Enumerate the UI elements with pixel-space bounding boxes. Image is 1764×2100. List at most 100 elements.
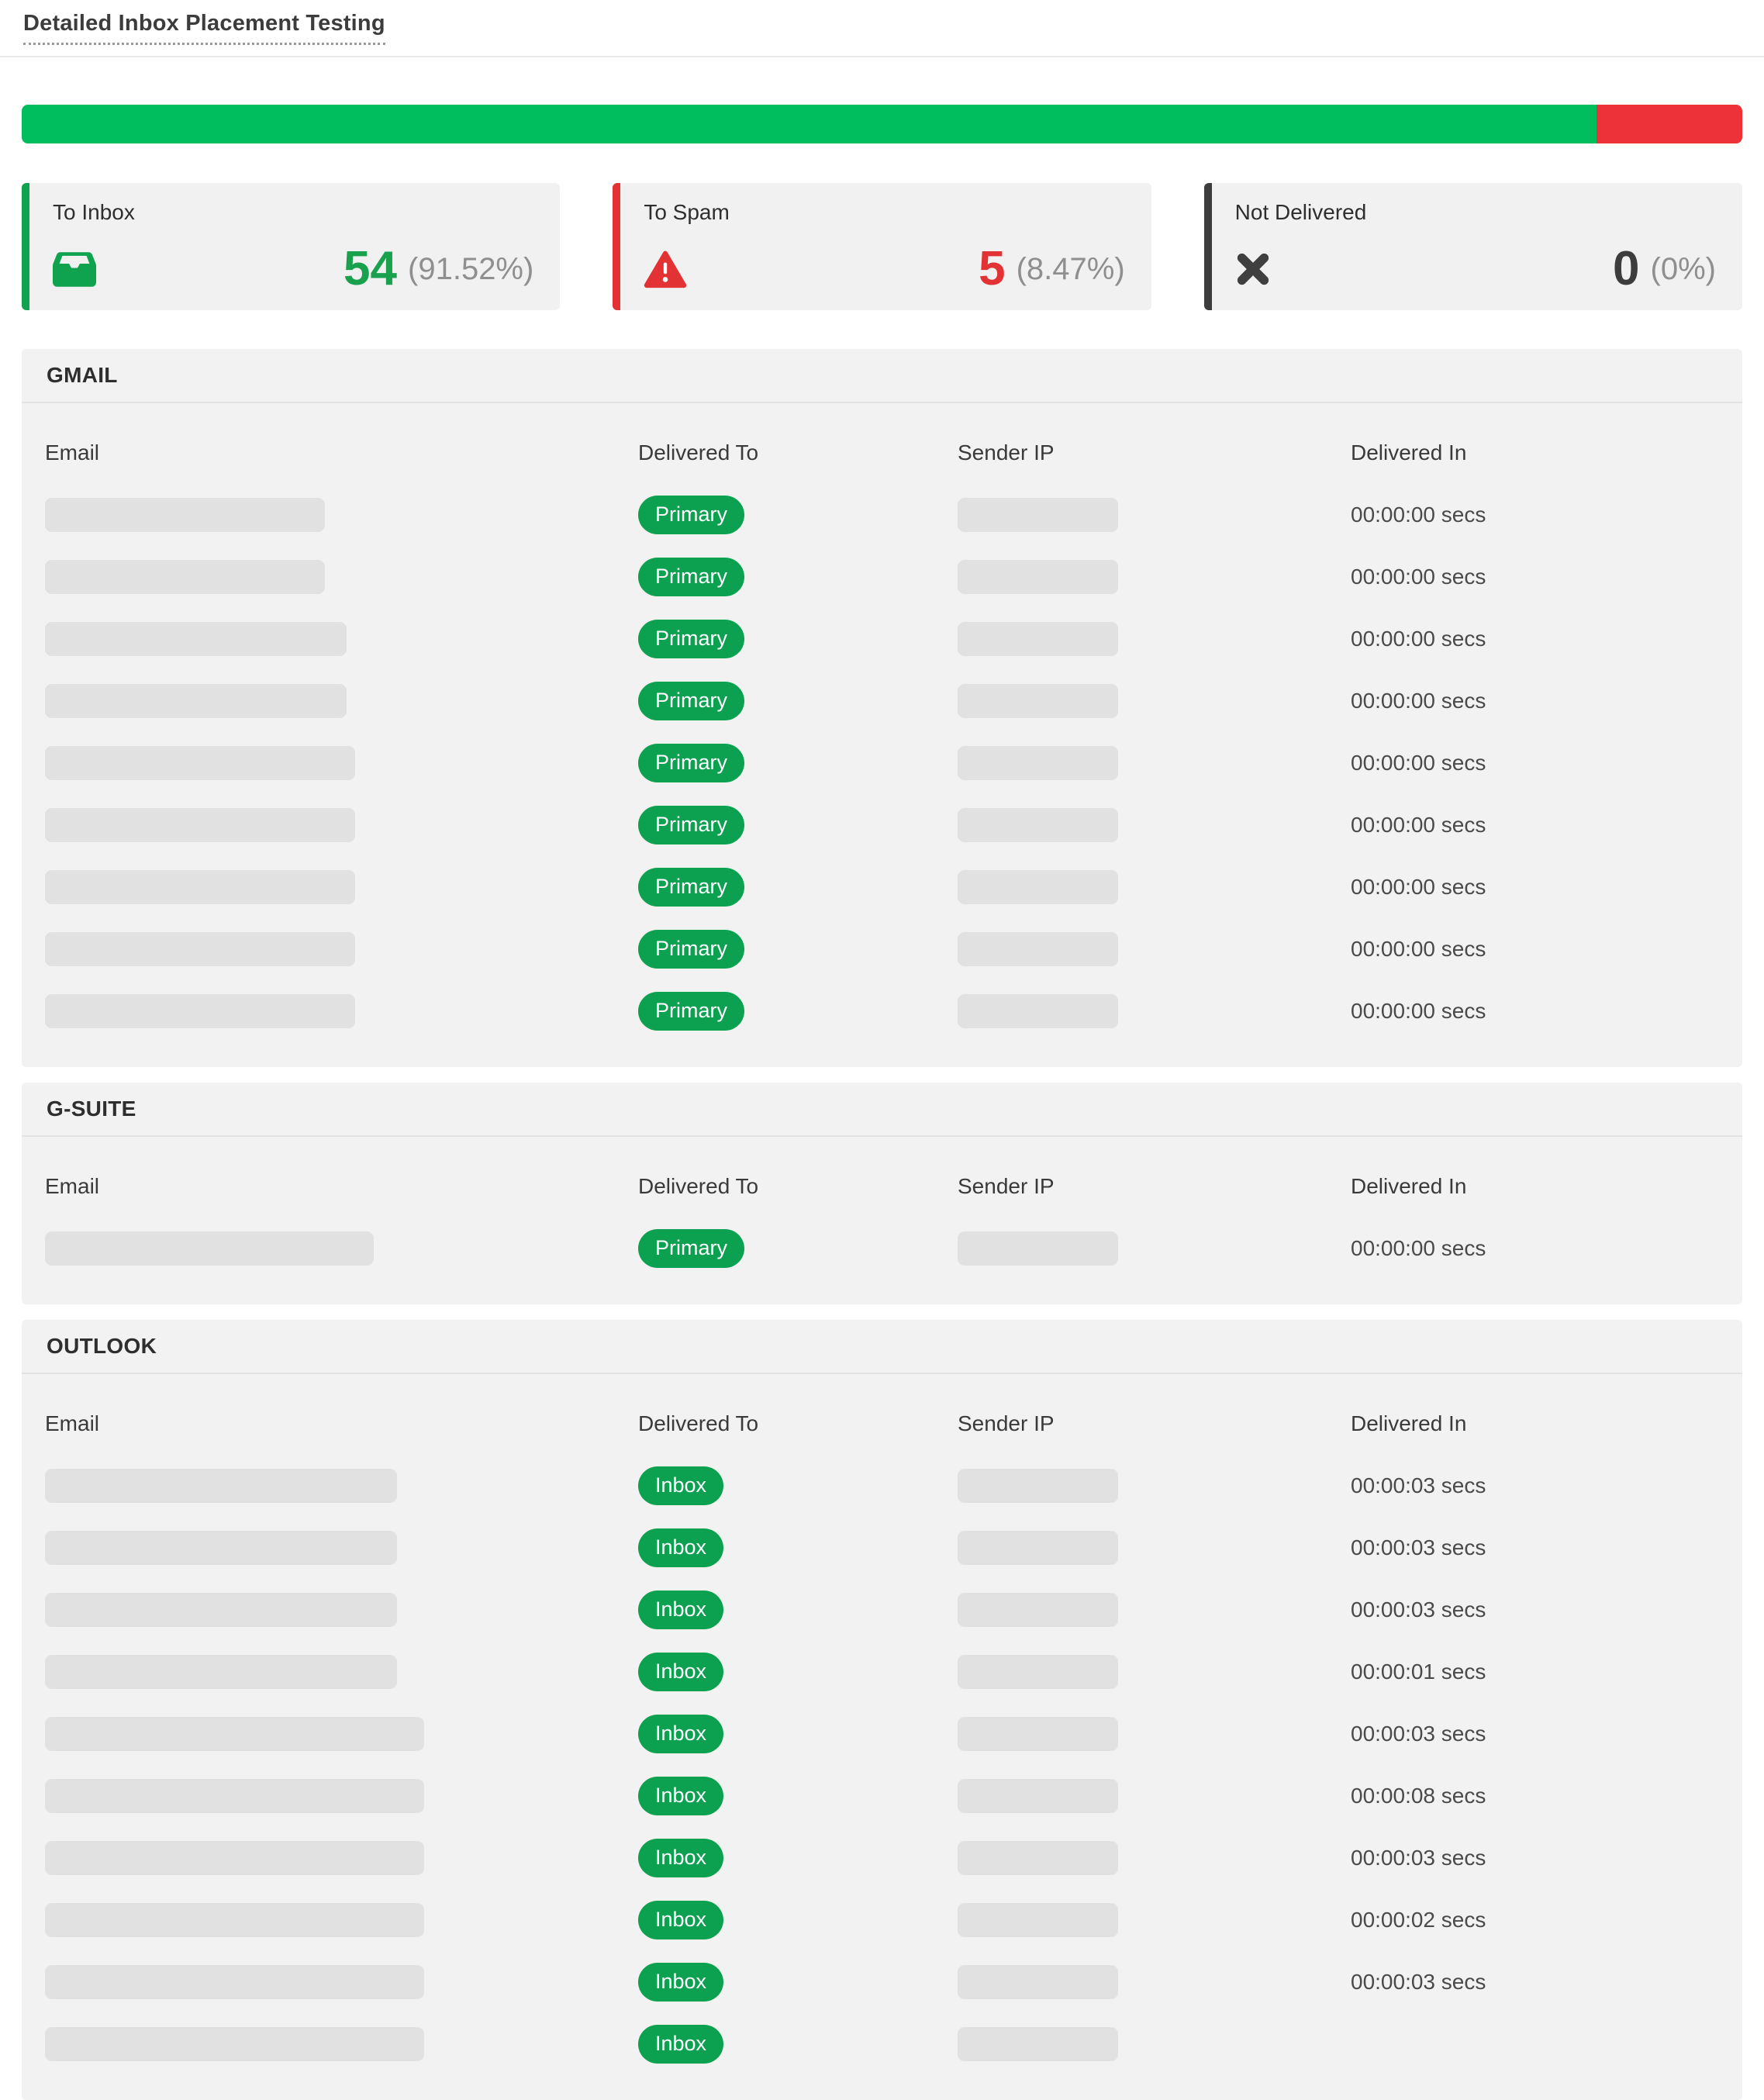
section-title: G-SUITE [22, 1083, 1742, 1137]
email-placeholder [45, 2027, 424, 2061]
delivered-in-time: 00:00:03 secs [1351, 1535, 1486, 1559]
column-header-sender-ip: Sender IP [958, 1411, 1351, 1436]
page-title: Detailed Inbox Placement Testing [23, 11, 385, 45]
table-row: Inbox 00:00:02 secs [45, 1889, 1719, 1951]
summary-card-to-spam: To Spam 5 (8.47%) [613, 183, 1151, 310]
card-label: To Spam [644, 200, 1124, 225]
email-placeholder [45, 1903, 424, 1937]
summary-cards: To Inbox 54 (91.52%) To Spam [22, 183, 1742, 310]
table-header-row: EmailDelivered ToSender IPDelivered In [45, 1383, 1719, 1444]
table-row: Inbox 00:00:03 secs [45, 1517, 1719, 1579]
x-mark-icon [1235, 248, 1280, 290]
delivered-to-badge: Primary [638, 558, 744, 596]
provider-sections: GMAIL EmailDelivered ToSender IPDelivere… [22, 349, 1742, 2100]
section-g-suite: G-SUITE EmailDelivered ToSender IPDelive… [22, 1083, 1742, 1304]
table-row: Primary 00:00:00 secs [45, 546, 1719, 608]
table-row: Inbox 00:00:03 secs [45, 1827, 1719, 1889]
delivered-in-time: 00:00:01 secs [1351, 1660, 1486, 1684]
card-label: To Inbox [53, 200, 533, 225]
table-row: Primary 00:00:00 secs [45, 980, 1719, 1042]
delivered-to-badge: Primary [638, 930, 744, 969]
column-header-sender-ip: Sender IP [958, 1174, 1351, 1199]
table-row: Inbox 00:00:03 secs [45, 1703, 1719, 1765]
delivered-to-badge: Inbox [638, 1839, 723, 1877]
delivered-in-time: 00:00:00 secs [1351, 937, 1486, 961]
section-table: EmailDelivered ToSender IPDelivered In P… [22, 403, 1742, 1067]
delivered-to-badge: Primary [638, 868, 744, 907]
sender-ip-placeholder [958, 1779, 1118, 1813]
delivered-in-time: 00:00:03 secs [1351, 1722, 1486, 1746]
delivered-in-time: 00:00:03 secs [1351, 1597, 1486, 1622]
sender-ip-placeholder [958, 1593, 1118, 1627]
delivered-in-time: 00:00:08 secs [1351, 1784, 1486, 1808]
section-table: EmailDelivered ToSender IPDelivered In I… [22, 1374, 1742, 2100]
table-row: Primary 00:00:00 secs [45, 1218, 1719, 1280]
email-placeholder [45, 1469, 397, 1503]
inbox-tray-icon [53, 248, 98, 290]
delivered-to-badge: Inbox [638, 1901, 723, 1939]
delivered-to-badge: Inbox [638, 1466, 723, 1505]
table-row: Inbox 00:00:01 secs [45, 1641, 1719, 1703]
sender-ip-placeholder [958, 1841, 1118, 1875]
sender-ip-placeholder [958, 746, 1118, 780]
email-placeholder [45, 1841, 424, 1875]
summary-card-not-delivered: Not Delivered 0 (0%) [1204, 183, 1742, 310]
sender-ip-placeholder [958, 684, 1118, 718]
delivered-to-badge: Primary [638, 620, 744, 658]
table-header-row: EmailDelivered ToSender IPDelivered In [45, 413, 1719, 473]
sender-ip-placeholder [958, 1903, 1118, 1937]
email-placeholder [45, 1655, 397, 1689]
card-percent: (0%) [1651, 254, 1716, 285]
delivered-in-time: 00:00:00 secs [1351, 999, 1486, 1023]
email-placeholder [45, 560, 325, 594]
table-row: Inbox 00:00:03 secs [45, 1579, 1719, 1641]
card-count: 0 [1613, 245, 1639, 293]
title-bar: Detailed Inbox Placement Testing [0, 0, 1764, 57]
delivery-progress-bar [22, 105, 1742, 143]
delivered-in-time: 00:00:00 secs [1351, 1236, 1486, 1260]
sender-ip-placeholder [958, 1717, 1118, 1751]
section-title: GMAIL [22, 349, 1742, 403]
email-placeholder [45, 1531, 397, 1565]
warning-triangle-icon [644, 248, 689, 290]
table-header-row: EmailDelivered ToSender IPDelivered In [45, 1146, 1719, 1207]
delivered-in-time: 00:00:00 secs [1351, 627, 1486, 651]
card-label: Not Delivered [1235, 200, 1716, 225]
email-placeholder [45, 746, 355, 780]
email-placeholder [45, 994, 355, 1028]
sender-ip-placeholder [958, 1655, 1118, 1689]
email-placeholder [45, 684, 347, 718]
sender-ip-placeholder [958, 2027, 1118, 2061]
email-placeholder [45, 1717, 424, 1751]
delivered-to-badge: Primary [638, 992, 744, 1031]
table-row: Inbox 00:00:03 secs [45, 1951, 1719, 2013]
sender-ip-placeholder [958, 994, 1118, 1028]
delivered-in-time: 00:00:03 secs [1351, 1970, 1486, 1994]
delivered-in-time: 00:00:00 secs [1351, 751, 1486, 775]
delivered-in-time: 00:00:03 secs [1351, 1846, 1486, 1870]
table-row: Primary 00:00:00 secs [45, 484, 1719, 546]
section-title: OUTLOOK [22, 1320, 1742, 1374]
table-rows: Inbox 00:00:03 secs Inbox 00:00:03 secs … [45, 1444, 1719, 2075]
sender-ip-placeholder [958, 1231, 1118, 1266]
delivered-to-badge: Primary [638, 744, 744, 782]
email-placeholder [45, 870, 355, 904]
section-outlook: OUTLOOK EmailDelivered ToSender IPDelive… [22, 1320, 1742, 2100]
column-header-email: Email [45, 1411, 638, 1436]
delivered-to-badge: Primary [638, 806, 744, 844]
sender-ip-placeholder [958, 870, 1118, 904]
card-percent: (8.47%) [1017, 254, 1125, 285]
progress-segment-spam [1597, 105, 1742, 143]
delivered-to-badge: Inbox [638, 1963, 723, 2002]
delivered-in-time: 00:00:00 secs [1351, 503, 1486, 527]
sender-ip-placeholder [958, 560, 1118, 594]
table-row: Inbox 00:00:08 secs [45, 1765, 1719, 1827]
sender-ip-placeholder [958, 1965, 1118, 1999]
sender-ip-placeholder [958, 808, 1118, 842]
table-rows: Primary 00:00:00 secs [45, 1207, 1719, 1280]
delivered-in-time: 00:00:00 secs [1351, 689, 1486, 713]
delivered-in-time: 00:00:03 secs [1351, 1473, 1486, 1497]
table-row: Primary 00:00:00 secs [45, 670, 1719, 732]
card-count: 5 [979, 245, 1005, 293]
section-table: EmailDelivered ToSender IPDelivered In P… [22, 1137, 1742, 1304]
